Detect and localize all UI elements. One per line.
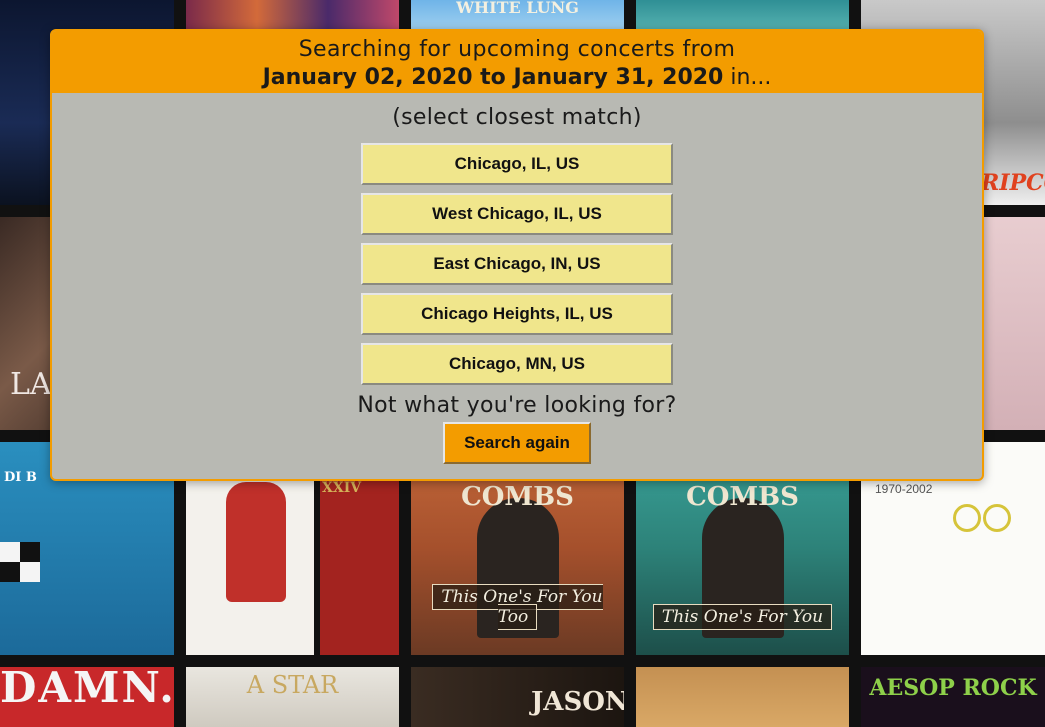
option-west-chicago-il[interactable]: West Chicago, IL, US <box>361 193 673 235</box>
date-range: January 02, 2020 to January 31, 2020 <box>262 65 724 90</box>
search-description: Searching for upcoming concerts from <box>298 37 736 62</box>
location-match-dialog: Searching for upcoming concerts from Jan… <box>50 29 984 481</box>
not-found-text: Not what you're looking for? <box>357 393 677 418</box>
location-options: Chicago, IL, US West Chicago, IL, US Eas… <box>52 143 982 385</box>
option-east-chicago-in[interactable]: East Chicago, IN, US <box>361 243 673 285</box>
album-tile-teal <box>636 0 849 30</box>
search-again-button[interactable]: Search again <box>443 422 591 464</box>
search-date-line: January 02, 2020 to January 31, 2020 in.… <box>52 63 982 93</box>
option-chicago-mn[interactable]: Chicago, MN, US <box>361 343 673 385</box>
album-tile-white-lung: WHITE LUNG <box>411 0 624 30</box>
select-prompt: (select closest match) <box>392 105 642 130</box>
album-tile-colorful <box>186 0 399 30</box>
album-tile-a-star: A STAR <box>186 667 399 727</box>
album-tile-aesop-rock: AESOP ROCK <box>861 667 1045 727</box>
header-suffix: in... <box>723 65 772 90</box>
option-chicago-il[interactable]: Chicago, IL, US <box>361 143 673 185</box>
dialog-body: (select closest match) Chicago, IL, US W… <box>52 93 982 464</box>
album-tile-jason: JASON <box>411 667 624 727</box>
album-tile-cowboy <box>636 667 849 727</box>
dialog-header: Searching for upcoming concerts from Jan… <box>52 31 982 93</box>
album-tile-damn: DAMN. <box>0 667 174 727</box>
option-chicago-heights-il[interactable]: Chicago Heights, IL, US <box>361 293 673 335</box>
